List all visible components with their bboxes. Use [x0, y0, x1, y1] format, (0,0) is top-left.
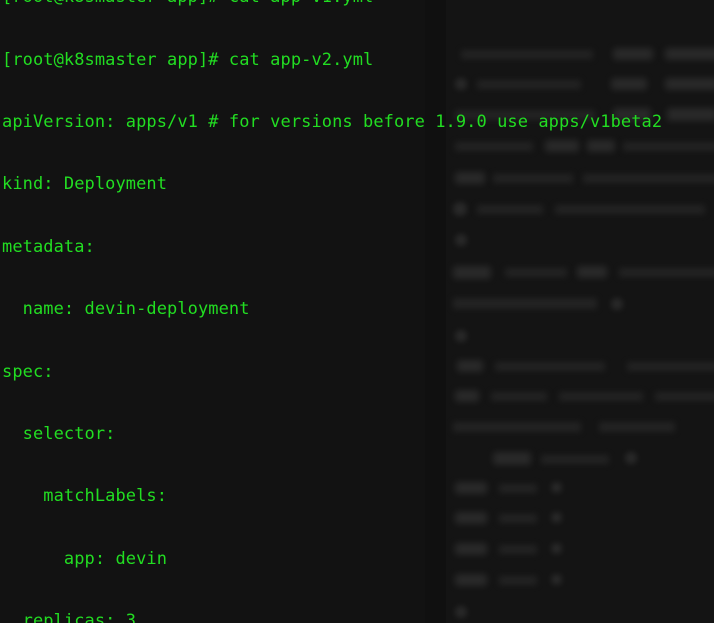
terminal-line: matchLabels:: [2, 486, 168, 507]
scrollback-sliver: [root@k8smaster app]# cat app-v1.yml: [0, 0, 714, 8]
terminal-line: [root@k8smaster app]# cat app-v2.yml: [2, 49, 374, 70]
terminal-line: spec:: [2, 361, 54, 382]
terminal-line: kind: Deployment: [2, 174, 168, 195]
screenshot-root: [root@k8smaster app]# cat app-v1.yml [ro…: [0, 0, 714, 623]
terminal-line: metadata:: [2, 236, 95, 257]
terminal-line: apiVersion: apps/v1 # for versions befor…: [2, 111, 663, 132]
terminal-line: selector:: [2, 423, 116, 444]
terminal-line: name: devin-deployment: [2, 299, 250, 320]
terminal-line: replicas: 3: [2, 611, 137, 623]
terminal-output[interactable]: [root@k8smaster app]# cat app-v2.yml api…: [2, 8, 714, 623]
terminal-line: app: devin: [2, 548, 168, 569]
scrollback-sliver-text: [root@k8smaster app]# cat app-v1.yml: [2, 0, 373, 8]
